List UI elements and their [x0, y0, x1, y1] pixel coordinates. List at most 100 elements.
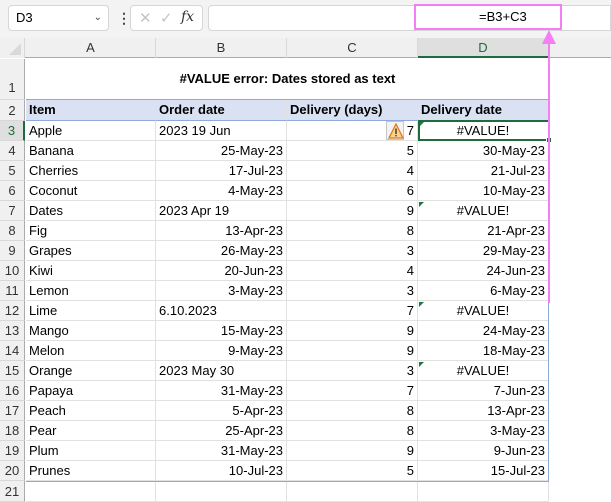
cell-order-date[interactable]: 2023 19 Jun: [156, 121, 287, 141]
row-header-7[interactable]: 7: [0, 201, 25, 221]
cell-order-date[interactable]: 25-Apr-23: [156, 421, 287, 441]
error-warning-button[interactable]: [386, 121, 404, 140]
cell-delivery-date[interactable]: #VALUE!: [418, 361, 549, 381]
column-header-b[interactable]: B: [156, 38, 287, 58]
cell-item[interactable]: Kiwi: [26, 261, 156, 281]
cell-item[interactable]: Apple: [26, 121, 156, 141]
close-icon[interactable]: ✕: [139, 9, 152, 27]
cell-order-date[interactable]: 9-May-23: [156, 341, 287, 361]
sheet-title[interactable]: #VALUE error: Dates stored as text: [26, 59, 549, 100]
cell-item[interactable]: Melon: [26, 341, 156, 361]
cell-item[interactable]: Peach: [26, 401, 156, 421]
row-header-8[interactable]: 8: [0, 221, 25, 241]
row-header-6[interactable]: 6: [0, 181, 25, 201]
cell-delivery-days[interactable]: 9: [287, 441, 418, 461]
row-header-18[interactable]: 18: [0, 421, 25, 441]
cell-order-date[interactable]: 31-May-23: [156, 441, 287, 461]
cell-delivery-date[interactable]: 24-May-23: [418, 321, 549, 341]
cell-delivery-days[interactable]: 5: [287, 461, 418, 481]
cell-delivery-days[interactable]: 8: [287, 221, 418, 241]
row-header-3[interactable]: 3: [0, 121, 25, 141]
row-header-9[interactable]: 9: [0, 241, 25, 261]
cell-delivery-days[interactable]: 4: [287, 261, 418, 281]
header-delivery-date[interactable]: Delivery date: [418, 100, 549, 121]
empty-cell[interactable]: [156, 481, 287, 502]
row-header-10[interactable]: 10: [0, 261, 25, 281]
row-header-1[interactable]: 1: [0, 59, 25, 100]
header-order-date[interactable]: Order date: [156, 100, 287, 121]
cell-order-date[interactable]: 5-Apr-23: [156, 401, 287, 421]
cell-delivery-date[interactable]: 29-May-23: [418, 241, 549, 261]
cell-delivery-date[interactable]: #VALUE!: [418, 301, 549, 321]
row-header-11[interactable]: 11: [0, 281, 25, 301]
cell-delivery-days[interactable]: 3: [287, 241, 418, 261]
formula-text[interactable]: =B3+C3: [479, 9, 527, 24]
cell-delivery-days[interactable]: 8: [287, 401, 418, 421]
row-header-16[interactable]: 16: [0, 381, 25, 401]
cell-delivery-date[interactable]: 24-Jun-23: [418, 261, 549, 281]
cell-item[interactable]: Grapes: [26, 241, 156, 261]
cell-order-date[interactable]: 17-Jul-23: [156, 161, 287, 181]
cell-delivery-days[interactable]: 6: [287, 181, 418, 201]
row-header-21[interactable]: 21: [0, 481, 25, 502]
cell-delivery-days[interactable]: 4: [287, 161, 418, 181]
empty-cell[interactable]: [418, 481, 549, 502]
cell-delivery-date[interactable]: 7-Jun-23: [418, 381, 549, 401]
cell-item[interactable]: Fig: [26, 221, 156, 241]
cell-delivery-date[interactable]: 21-Apr-23: [418, 221, 549, 241]
row-header-13[interactable]: 13: [0, 321, 25, 341]
cell-item[interactable]: Plum: [26, 441, 156, 461]
header-delivery-days[interactable]: Delivery (days): [287, 100, 418, 121]
cell-delivery-date[interactable]: 3-May-23: [418, 421, 549, 441]
cell-delivery-days[interactable]: 9: [287, 201, 418, 221]
row-header-4[interactable]: 4: [0, 141, 25, 161]
cell-order-date[interactable]: 25-May-23: [156, 141, 287, 161]
cell-delivery-days[interactable]: 8: [287, 421, 418, 441]
cell-item[interactable]: Pear: [26, 421, 156, 441]
row-header-17[interactable]: 17: [0, 401, 25, 421]
cell-item[interactable]: Coconut: [26, 181, 156, 201]
cell-item[interactable]: Banana: [26, 141, 156, 161]
header-item[interactable]: Item: [26, 100, 156, 121]
row-header-14[interactable]: 14: [0, 341, 25, 361]
cell-order-date[interactable]: 2023 May 30: [156, 361, 287, 381]
chevron-down-icon[interactable]: ⌄: [94, 6, 102, 30]
row-header-12[interactable]: 12: [0, 301, 25, 321]
row-header-2[interactable]: 2: [0, 100, 25, 121]
cell-delivery-date[interactable]: 9-Jun-23: [418, 441, 549, 461]
row-header-19[interactable]: 19: [0, 441, 25, 461]
cell-item[interactable]: Cherries: [26, 161, 156, 181]
insert-function-icon[interactable]: fx: [181, 9, 194, 25]
cell-delivery-days[interactable]: 9: [287, 321, 418, 341]
cell-item[interactable]: Orange: [26, 361, 156, 381]
row-header-15[interactable]: 15: [0, 361, 25, 381]
cell-order-date[interactable]: 15-May-23: [156, 321, 287, 341]
cell-delivery-days[interactable]: 7: [287, 381, 418, 401]
check-icon[interactable]: ✓: [160, 9, 173, 27]
cell-item[interactable]: Dates: [26, 201, 156, 221]
cell-delivery-date[interactable]: 13-Apr-23: [418, 401, 549, 421]
cell-delivery-date[interactable]: 30-May-23: [418, 141, 549, 161]
cell-order-date[interactable]: 31-May-23: [156, 381, 287, 401]
cell-delivery-date[interactable]: 21-Jul-23: [418, 161, 549, 181]
select-all-corner[interactable]: [0, 38, 25, 58]
cell-item[interactable]: Lemon: [26, 281, 156, 301]
cell-order-date[interactable]: 13-Apr-23: [156, 221, 287, 241]
cell-order-date[interactable]: 4-May-23: [156, 181, 287, 201]
column-header-c[interactable]: C: [287, 38, 418, 58]
cell-order-date[interactable]: 2023 Apr 19: [156, 201, 287, 221]
cell-delivery-date[interactable]: 18-May-23: [418, 341, 549, 361]
cell-item[interactable]: Mango: [26, 321, 156, 341]
column-header-a[interactable]: A: [26, 38, 156, 58]
row-header-5[interactable]: 5: [0, 161, 25, 181]
cell-delivery-date[interactable]: 10-May-23: [418, 181, 549, 201]
cell-order-date[interactable]: 20-Jun-23: [156, 261, 287, 281]
cell-delivery-days[interactable]: 5: [287, 141, 418, 161]
cell-delivery-days[interactable]: 3: [287, 281, 418, 301]
cell-delivery-date[interactable]: 6-May-23: [418, 281, 549, 301]
cell-delivery-date[interactable]: #VALUE!: [418, 201, 549, 221]
cell-order-date[interactable]: 6.10.2023: [156, 301, 287, 321]
cell-order-date[interactable]: 26-May-23: [156, 241, 287, 261]
more-options-icon[interactable]: ⋮: [117, 8, 131, 28]
cell-order-date[interactable]: 10-Jul-23: [156, 461, 287, 481]
